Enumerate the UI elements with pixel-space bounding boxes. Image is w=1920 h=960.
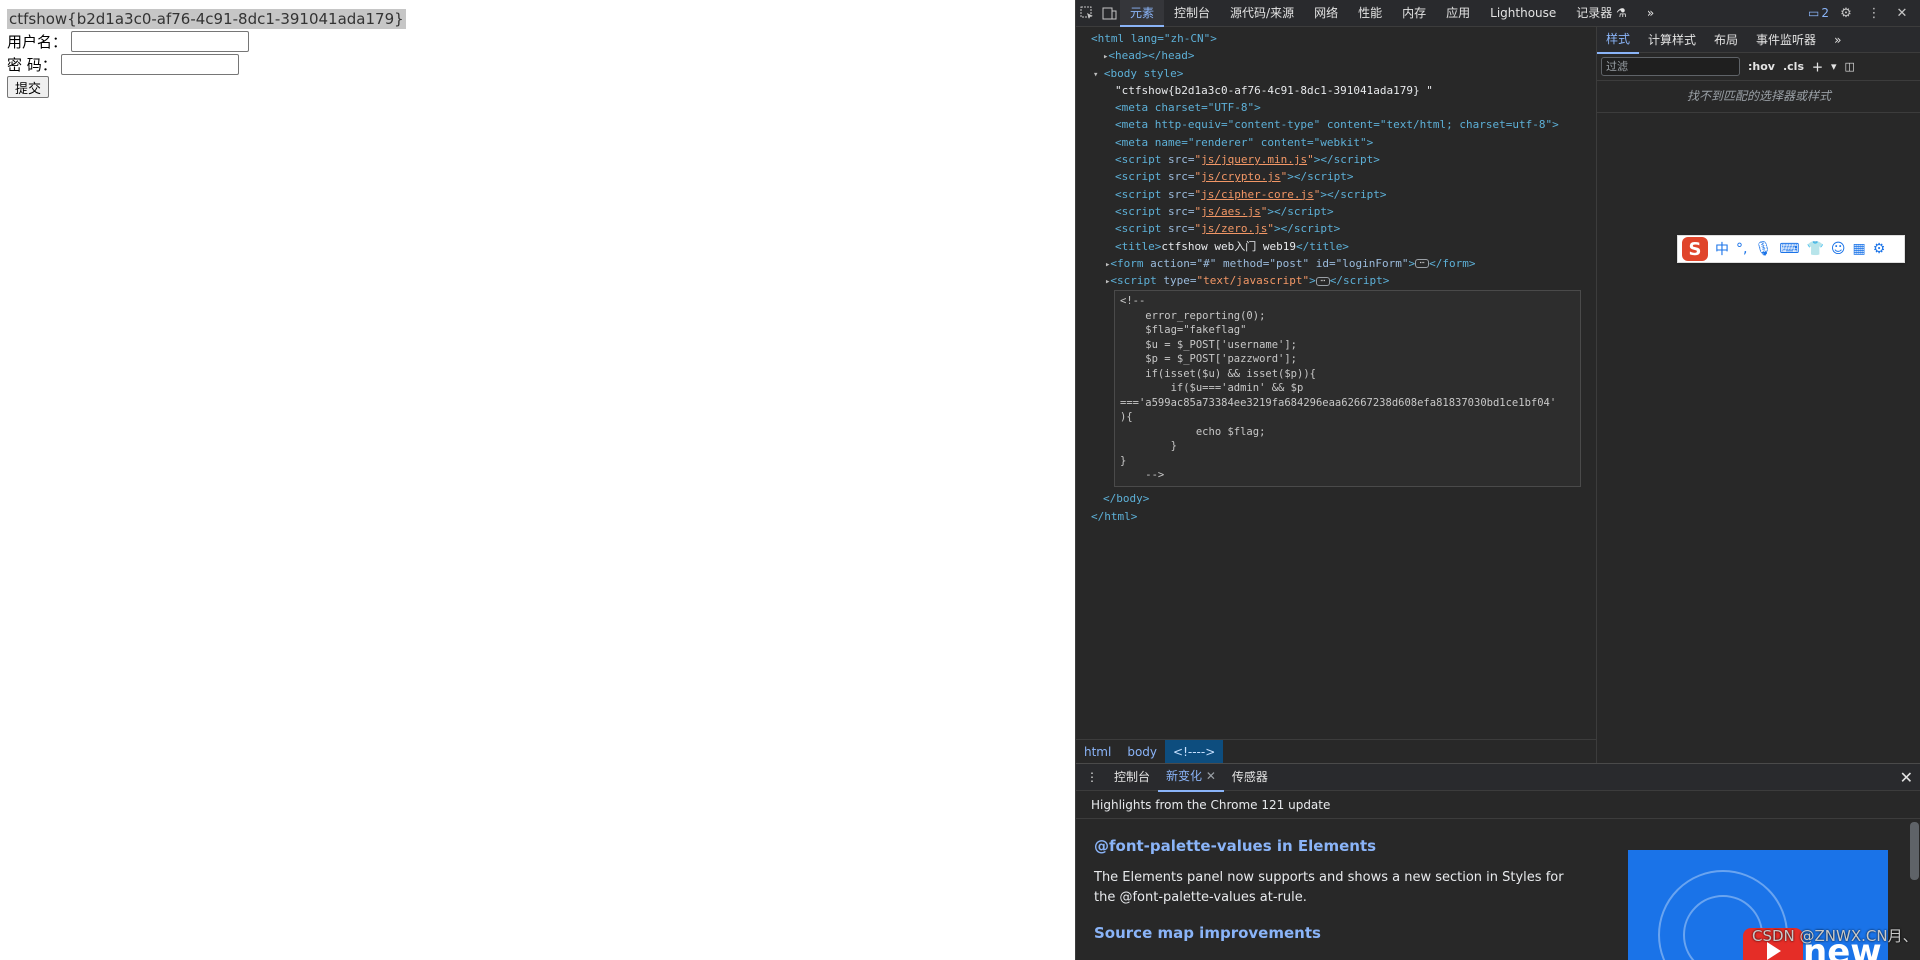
punctuation-icon[interactable]: °, bbox=[1736, 241, 1747, 257]
drawer-close-icon[interactable]: ✕ bbox=[1900, 768, 1920, 787]
tab-styles[interactable]: 样式 bbox=[1597, 26, 1640, 54]
microphone-icon[interactable]: 🎙 bbox=[1754, 241, 1772, 257]
issues-badge[interactable]: ▭ 2 bbox=[1808, 6, 1829, 20]
breadcrumb: html body <!----> bbox=[1076, 739, 1596, 764]
issues-icon: ▭ bbox=[1808, 6, 1820, 20]
tree-title[interactable]: <title>ctfshow web入门 web19</title> bbox=[1076, 238, 1596, 255]
script-link[interactable]: js/zero.js bbox=[1201, 222, 1267, 235]
drawer-tab-sensors[interactable]: 传感器 bbox=[1224, 764, 1276, 791]
keyboard-icon[interactable]: ⌨ bbox=[1779, 241, 1799, 257]
tab-network[interactable]: 网络 bbox=[1304, 0, 1348, 27]
username-row: 用户名： bbox=[7, 31, 250, 52]
cls-toggle[interactable]: .cls bbox=[1783, 60, 1804, 73]
script-link[interactable]: js/crypto.js bbox=[1201, 170, 1280, 183]
tree-body-close[interactable]: </body> bbox=[1076, 490, 1596, 507]
whats-new-body: @font-palette-values in Elements The Ele… bbox=[1076, 819, 1920, 960]
script-link[interactable]: js/jquery.min.js bbox=[1201, 153, 1307, 166]
html-comment-block[interactable]: <!-- error_reporting(0); $flag="fakeflag… bbox=[1114, 290, 1581, 488]
tab-recorder[interactable]: 记录器 ⚗ bbox=[1566, 0, 1637, 27]
tab-memory[interactable]: 内存 bbox=[1392, 0, 1436, 27]
breadcrumb-html[interactable]: html bbox=[1076, 740, 1119, 764]
skin-icon[interactable]: 👕 bbox=[1806, 241, 1823, 257]
tab-lighthouse[interactable]: Lighthouse bbox=[1480, 0, 1566, 27]
tree-body-open[interactable]: ▾ <body style> bbox=[1076, 65, 1596, 82]
styles-tabbar: 样式 计算样式 布局 事件监听器 » bbox=[1597, 26, 1920, 54]
tree-body-text[interactable]: "ctfshow{b2d1a3c0-af76-4c91-8dc1-391041a… bbox=[1076, 82, 1596, 99]
tree-script-zero[interactable]: <script src="js/zero.js"></script> bbox=[1076, 220, 1596, 237]
devtools-tabbar: 元素 控制台 源代码/来源 网络 性能 内存 应用 Lighthouse 记录器… bbox=[1076, 0, 1920, 27]
tab-elements[interactable]: 元素 bbox=[1120, 0, 1165, 27]
device-toggle-icon[interactable] bbox=[1098, 0, 1120, 27]
username-label: 用户名： bbox=[7, 33, 68, 51]
tree-meta-charset[interactable]: <meta charset="UTF-8"> bbox=[1076, 99, 1596, 116]
styles-pane: 样式 计算样式 布局 事件监听器 » 过滤 :hov .cls ＋ ▾ ◫ 找不… bbox=[1596, 27, 1920, 763]
tree-script-inline[interactable]: ▸<script type="text/javascript"> ⋯ </scrip… bbox=[1076, 272, 1596, 289]
username-input[interactable] bbox=[71, 31, 250, 52]
tab-event-listeners[interactable]: 事件监听器 bbox=[1747, 27, 1825, 53]
password-row: 密 码： bbox=[7, 54, 239, 75]
tree-script-jquery[interactable]: <script src="js/jquery.min.js"></script> bbox=[1076, 151, 1596, 168]
tab-application[interactable]: 应用 bbox=[1436, 0, 1480, 27]
devtools-panel: 元素 控制台 源代码/来源 网络 性能 内存 应用 Lighthouse 记录器… bbox=[1075, 0, 1920, 960]
sidebar-toggle-icon[interactable]: ◫ bbox=[1845, 60, 1855, 73]
close-icon[interactable]: ✕ bbox=[1891, 0, 1913, 27]
tree-script-cipher-core[interactable]: <script src="js/cipher-core.js"></script… bbox=[1076, 186, 1596, 203]
script-link[interactable]: js/cipher-core.js bbox=[1201, 188, 1314, 201]
tree-head[interactable]: ▸<head></head> bbox=[1076, 47, 1596, 64]
styles-filter-row: 过滤 :hov .cls ＋ ▾ ◫ bbox=[1597, 53, 1920, 81]
paint-icon[interactable]: ▾ bbox=[1831, 60, 1837, 73]
ime-toolbar: S 中 °, 🎙 ⌨ 👕 ☺ ▦ ⚙ bbox=[1677, 235, 1905, 263]
drawer-scrollbar[interactable] bbox=[1910, 822, 1919, 880]
tree-form[interactable]: ▸<form action="#" method="post" id="logi… bbox=[1076, 255, 1596, 272]
submit-button[interactable]: 提交 bbox=[7, 76, 50, 98]
more-options-icon[interactable]: ⋮ bbox=[1863, 0, 1885, 27]
script-link[interactable]: js/aes.js bbox=[1201, 205, 1261, 218]
drawer-menu-icon[interactable]: ⋮ bbox=[1076, 764, 1106, 791]
tree-meta-renderer[interactable]: <meta name="renderer" content="webkit"> bbox=[1076, 134, 1596, 151]
drawer-tabbar: ⋮ 控制台 新变化 ✕ 传感器 ✕ bbox=[1076, 763, 1920, 792]
tab-console[interactable]: 控制台 bbox=[1164, 0, 1220, 27]
drawer-tab-console[interactable]: 控制台 bbox=[1106, 764, 1158, 791]
hov-toggle[interactable]: :hov bbox=[1748, 60, 1775, 73]
ime-settings-icon[interactable]: ⚙ bbox=[1873, 241, 1886, 257]
styles-filter-input[interactable]: 过滤 bbox=[1601, 57, 1740, 76]
tabbar-right: ▭ 2 ⚙ ⋮ ✕ bbox=[1808, 0, 1920, 27]
tree-html-open[interactable]: <html lang="zh-CN"> bbox=[1076, 30, 1596, 47]
drawer-subtitle: Highlights from the Chrome 121 update bbox=[1076, 791, 1920, 819]
collapsed-dots-icon[interactable]: ⋯ bbox=[1415, 259, 1430, 269]
tree-script-aes[interactable]: <script src="js/aes.js"></script> bbox=[1076, 203, 1596, 220]
new-rule-icon[interactable]: ＋ bbox=[1812, 59, 1823, 75]
emoji-icon[interactable]: ☺ bbox=[1831, 241, 1846, 257]
inspect-element-icon[interactable] bbox=[1076, 0, 1098, 27]
password-label: 密 码： bbox=[7, 56, 57, 74]
password-input[interactable] bbox=[60, 54, 239, 75]
sogou-logo-icon[interactable]: S bbox=[1682, 237, 1708, 261]
breadcrumb-comment[interactable]: <!----> bbox=[1165, 739, 1224, 764]
flag-text: ctfshow{b2d1a3c0-af76-4c91-8dc1-391041ad… bbox=[7, 9, 406, 29]
tab-sources[interactable]: 源代码/来源 bbox=[1220, 0, 1304, 27]
tab-computed[interactable]: 计算样式 bbox=[1639, 27, 1705, 53]
breadcrumb-body[interactable]: body bbox=[1119, 740, 1165, 764]
watermark-text: CSDN @ZNWX.CN月、 bbox=[1752, 927, 1918, 945]
web-page: ctfshow{b2d1a3c0-af76-4c91-8dc1-391041ad… bbox=[0, 0, 1075, 960]
elements-tree: <html lang="zh-CN"> ▸<head></head> ▾ <bo… bbox=[1076, 27, 1596, 739]
apps-icon[interactable]: ▦ bbox=[1853, 241, 1866, 257]
no-match-message: 找不到匹配的选择器或样式 bbox=[1597, 81, 1920, 113]
tab-layout[interactable]: 布局 bbox=[1705, 27, 1747, 53]
collapsed-dots-icon[interactable]: ⋯ bbox=[1315, 276, 1330, 286]
tree-script-crypto[interactable]: <script src="js/crypto.js"></script> bbox=[1076, 168, 1596, 185]
tab-performance[interactable]: 性能 bbox=[1348, 0, 1392, 27]
settings-gear-icon[interactable]: ⚙ bbox=[1835, 0, 1857, 27]
more-tabs-button[interactable]: » bbox=[1637, 0, 1664, 27]
chinese-mode-icon[interactable]: 中 bbox=[1715, 239, 1729, 259]
drawer-tab-whats-new[interactable]: 新变化 ✕ bbox=[1158, 763, 1224, 792]
close-icon[interactable]: ✕ bbox=[1206, 769, 1216, 783]
styles-more-tabs-button[interactable]: » bbox=[1825, 27, 1850, 53]
whats-new-paragraph-1: The Elements panel now supports and show… bbox=[1094, 870, 1564, 905]
issues-count: 2 bbox=[1821, 6, 1829, 20]
tree-meta-http-equiv[interactable]: <meta http-equiv="content-type" content=… bbox=[1076, 116, 1596, 133]
tree-html-close[interactable]: </html> bbox=[1076, 508, 1596, 525]
